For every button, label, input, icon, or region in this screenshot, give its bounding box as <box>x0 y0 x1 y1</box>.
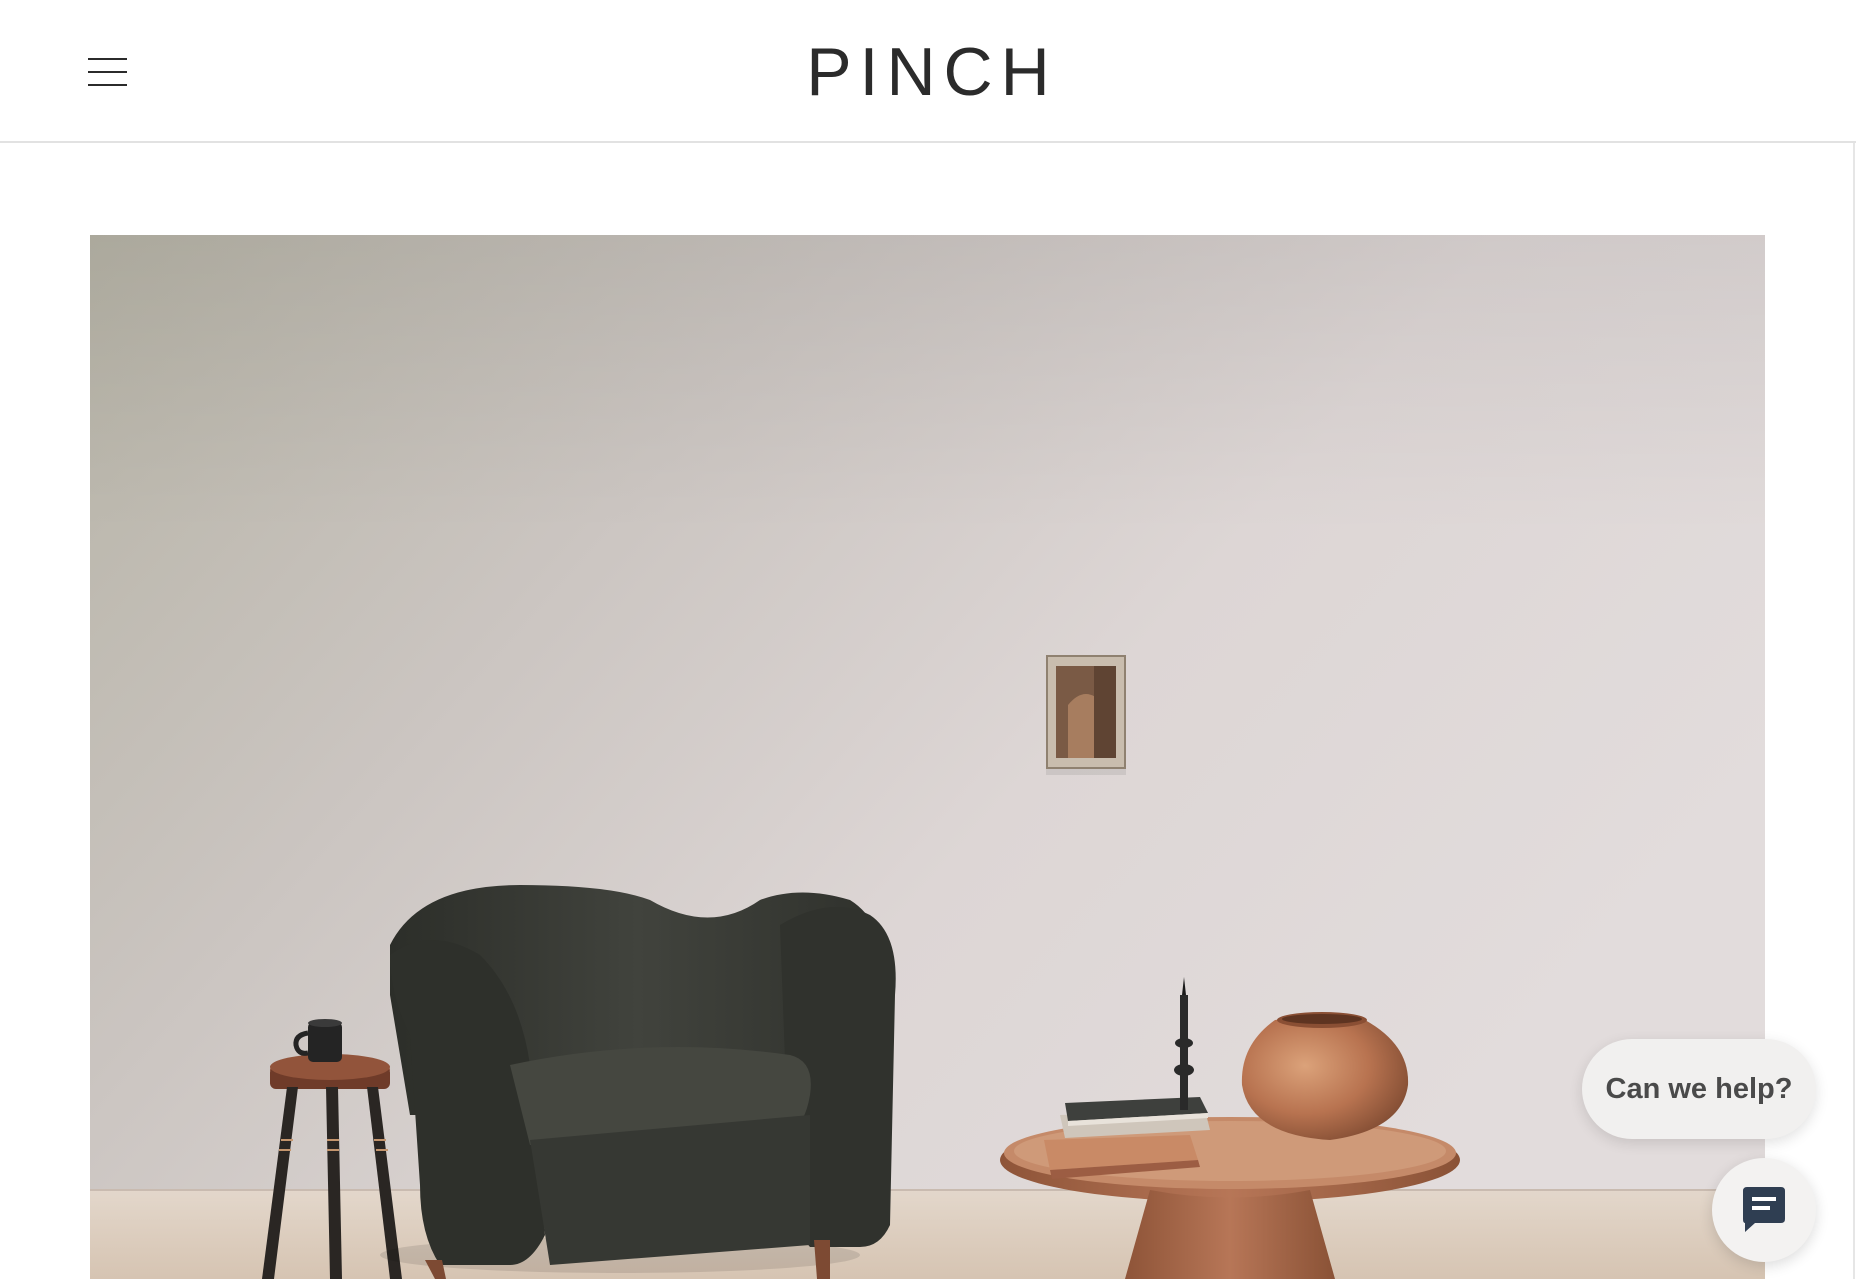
chat-prompt-bubble[interactable]: Can we help? <box>1582 1039 1816 1139</box>
site-header: PINCH <box>0 0 1856 143</box>
chat-message-icon <box>1743 1187 1785 1232</box>
hero-image <box>90 235 1765 1279</box>
page-scrollbar[interactable] <box>1853 143 1855 1279</box>
chat-launcher-button[interactable] <box>1712 1158 1816 1262</box>
brand-logo[interactable]: PINCH <box>0 32 1856 112</box>
